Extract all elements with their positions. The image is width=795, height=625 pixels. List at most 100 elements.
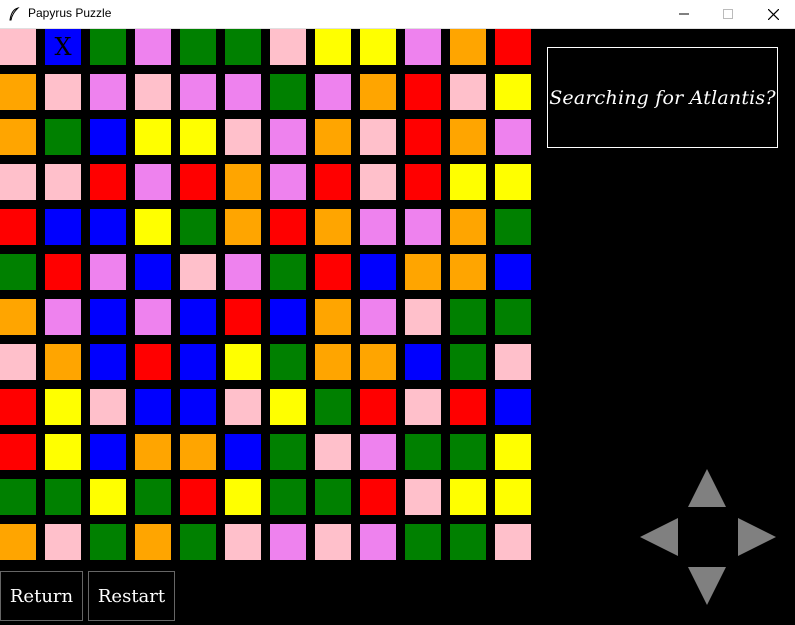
tile[interactable] bbox=[315, 389, 351, 425]
tile[interactable] bbox=[135, 479, 171, 515]
tile[interactable] bbox=[450, 29, 486, 65]
tile[interactable] bbox=[405, 479, 441, 515]
tile[interactable] bbox=[0, 524, 36, 560]
tile[interactable] bbox=[315, 524, 351, 560]
tile[interactable] bbox=[0, 434, 36, 470]
tile[interactable] bbox=[315, 164, 351, 200]
tile[interactable] bbox=[45, 164, 81, 200]
tile[interactable] bbox=[495, 209, 531, 245]
tile[interactable] bbox=[270, 74, 306, 110]
tile[interactable] bbox=[45, 389, 81, 425]
tile[interactable] bbox=[180, 254, 216, 290]
tile[interactable] bbox=[360, 479, 396, 515]
tile[interactable] bbox=[495, 164, 531, 200]
tile[interactable] bbox=[450, 344, 486, 380]
tile[interactable] bbox=[45, 344, 81, 380]
tile[interactable] bbox=[270, 479, 306, 515]
tile[interactable] bbox=[360, 299, 396, 335]
tile[interactable] bbox=[360, 119, 396, 155]
tile[interactable] bbox=[315, 434, 351, 470]
tile[interactable] bbox=[405, 119, 441, 155]
tile[interactable] bbox=[450, 389, 486, 425]
tile[interactable] bbox=[360, 254, 396, 290]
tile[interactable] bbox=[90, 209, 126, 245]
tile[interactable] bbox=[225, 479, 261, 515]
tile[interactable] bbox=[360, 389, 396, 425]
tile[interactable] bbox=[315, 299, 351, 335]
tile[interactable] bbox=[225, 434, 261, 470]
tile[interactable] bbox=[135, 209, 171, 245]
tile[interactable] bbox=[270, 389, 306, 425]
tile[interactable] bbox=[45, 524, 81, 560]
tile[interactable] bbox=[315, 119, 351, 155]
tile[interactable] bbox=[135, 434, 171, 470]
tile[interactable] bbox=[0, 209, 36, 245]
tile[interactable] bbox=[225, 299, 261, 335]
tile[interactable] bbox=[225, 74, 261, 110]
tile[interactable] bbox=[270, 299, 306, 335]
tile[interactable] bbox=[180, 299, 216, 335]
tile[interactable] bbox=[405, 524, 441, 560]
tile[interactable] bbox=[45, 74, 81, 110]
restart-button[interactable]: Restart bbox=[88, 571, 175, 621]
tile[interactable] bbox=[90, 119, 126, 155]
tile[interactable] bbox=[225, 524, 261, 560]
tile[interactable] bbox=[495, 344, 531, 380]
arrow-right-icon[interactable] bbox=[737, 517, 777, 557]
arrow-up-icon[interactable] bbox=[687, 468, 727, 508]
tile[interactable] bbox=[450, 74, 486, 110]
tile[interactable] bbox=[180, 119, 216, 155]
tile[interactable] bbox=[450, 164, 486, 200]
tile[interactable] bbox=[495, 299, 531, 335]
tile[interactable]: X bbox=[45, 29, 81, 65]
tile[interactable] bbox=[495, 479, 531, 515]
tile[interactable] bbox=[180, 209, 216, 245]
tile[interactable] bbox=[450, 209, 486, 245]
tile[interactable] bbox=[495, 29, 531, 65]
tile[interactable] bbox=[495, 524, 531, 560]
tile[interactable] bbox=[135, 164, 171, 200]
tile[interactable] bbox=[180, 164, 216, 200]
tile[interactable] bbox=[135, 389, 171, 425]
tile[interactable] bbox=[135, 254, 171, 290]
tile[interactable] bbox=[270, 524, 306, 560]
tile[interactable] bbox=[45, 479, 81, 515]
tile[interactable] bbox=[495, 74, 531, 110]
tile[interactable] bbox=[90, 164, 126, 200]
tile[interactable] bbox=[0, 344, 36, 380]
tile[interactable] bbox=[180, 74, 216, 110]
tile[interactable] bbox=[135, 119, 171, 155]
tile[interactable] bbox=[405, 29, 441, 65]
tile[interactable] bbox=[450, 119, 486, 155]
tile[interactable] bbox=[405, 434, 441, 470]
tile[interactable] bbox=[360, 209, 396, 245]
tile[interactable] bbox=[360, 434, 396, 470]
tile[interactable] bbox=[90, 74, 126, 110]
tile[interactable] bbox=[405, 299, 441, 335]
tile[interactable] bbox=[315, 254, 351, 290]
tile[interactable] bbox=[360, 74, 396, 110]
tile[interactable] bbox=[135, 74, 171, 110]
tile[interactable] bbox=[0, 479, 36, 515]
tile[interactable] bbox=[180, 434, 216, 470]
tile[interactable] bbox=[270, 119, 306, 155]
tile[interactable] bbox=[225, 254, 261, 290]
tile[interactable] bbox=[270, 434, 306, 470]
tile[interactable] bbox=[225, 164, 261, 200]
tile[interactable] bbox=[450, 299, 486, 335]
tile[interactable] bbox=[405, 74, 441, 110]
tile[interactable] bbox=[0, 254, 36, 290]
tile[interactable] bbox=[45, 434, 81, 470]
tile[interactable] bbox=[90, 299, 126, 335]
tile[interactable] bbox=[90, 479, 126, 515]
tile[interactable] bbox=[360, 524, 396, 560]
tile[interactable] bbox=[360, 164, 396, 200]
tile[interactable] bbox=[360, 344, 396, 380]
close-button[interactable] bbox=[750, 0, 795, 28]
tile[interactable] bbox=[45, 119, 81, 155]
tile[interactable] bbox=[315, 344, 351, 380]
tile[interactable] bbox=[90, 389, 126, 425]
tile[interactable] bbox=[180, 479, 216, 515]
tile[interactable] bbox=[45, 254, 81, 290]
tile[interactable] bbox=[405, 209, 441, 245]
